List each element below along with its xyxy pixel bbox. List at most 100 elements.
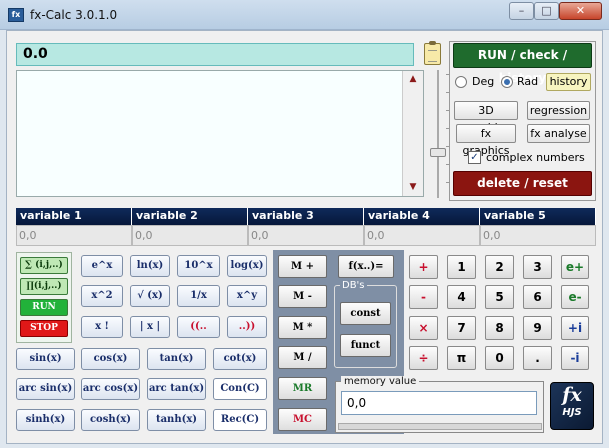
rad-radio[interactable]: [501, 76, 513, 88]
memory-value-field[interactable]: 0,0: [341, 391, 537, 415]
funct-button[interactable]: funct: [340, 334, 391, 357]
history-button[interactable]: history: [546, 73, 591, 91]
plus-i-button[interactable]: +i: [561, 316, 589, 340]
sinh-button[interactable]: sinh(x): [16, 409, 75, 431]
arctan-button[interactable]: arc tan(x): [147, 378, 206, 400]
cosh-button[interactable]: cosh(x): [81, 409, 140, 431]
result-display[interactable]: 0.0: [16, 43, 414, 66]
sqrt-button[interactable]: √ (x): [130, 285, 170, 307]
memory-clear-button[interactable]: MC: [278, 408, 327, 431]
digit-9-button[interactable]: 9: [523, 316, 552, 340]
memory-plus-button[interactable]: M +: [278, 255, 327, 278]
digit-4-button[interactable]: 4: [447, 285, 476, 309]
tan-button[interactable]: tan(x): [147, 348, 206, 370]
con-c-button[interactable]: Con(C): [213, 378, 267, 400]
plus-button[interactable]: +: [409, 255, 438, 279]
memory-recall-button[interactable]: MR: [278, 377, 327, 400]
digit-6-button[interactable]: 6: [523, 285, 552, 309]
minus-i-button[interactable]: -i: [561, 346, 589, 370]
variable-2-value[interactable]: 0,0: [132, 225, 248, 246]
minimize-button[interactable]: –: [509, 2, 534, 20]
sum-product-group: ∑ (i,j,..) ∏(i,j,..) RUN STOP: [16, 252, 72, 343]
complex-numbers-label: complex numbers: [486, 151, 585, 164]
run-button[interactable]: RUN: [20, 299, 68, 316]
close-paren-button[interactable]: ..)): [227, 316, 267, 338]
function-define-button[interactable]: f(x..)=: [338, 255, 394, 278]
power-button[interactable]: x^y: [227, 285, 267, 307]
sin-button[interactable]: sin(x): [16, 348, 75, 370]
cos-button[interactable]: cos(x): [81, 348, 140, 370]
memory-divide-button[interactable]: M /: [278, 346, 327, 369]
digit-8-button[interactable]: 8: [485, 316, 514, 340]
regression-button[interactable]: regression: [527, 101, 590, 120]
digit-0-button[interactable]: 0: [485, 346, 514, 370]
3d-graphics-button[interactable]: 3D graphics: [454, 101, 518, 134]
rec-c-button[interactable]: Rec(C): [213, 409, 267, 431]
digit-1-button[interactable]: 1: [447, 255, 476, 279]
deg-label: Deg: [472, 75, 495, 88]
clipboard-icon[interactable]: [424, 41, 441, 65]
decimal-button[interactable]: .: [523, 346, 552, 370]
logo-hjs-text: HJS: [562, 407, 582, 418]
logo-fx-text: fx: [562, 384, 582, 406]
fx-graphics-button[interactable]: fx graphics: [456, 124, 516, 157]
divide-button[interactable]: ÷: [409, 346, 438, 370]
product-button[interactable]: ∏(i,j,..): [20, 278, 68, 295]
complex-numbers-checkbox[interactable]: ✓: [468, 151, 481, 164]
scroll-up-icon[interactable]: ▲: [403, 71, 423, 88]
fx-analyse-button[interactable]: fx analyse: [527, 124, 590, 143]
square-button[interactable]: x^2: [81, 285, 123, 307]
window-title: fx-Calc 3.0.1.0: [30, 8, 118, 22]
arccos-button[interactable]: arc cos(x): [81, 378, 140, 400]
memory-value-scrollbar[interactable]: [338, 423, 542, 430]
deg-radio[interactable]: [455, 76, 467, 88]
digit-7-button[interactable]: 7: [447, 316, 476, 340]
scroll-down-icon[interactable]: ▼: [403, 179, 423, 196]
pi-button[interactable]: π: [447, 346, 476, 370]
precision-slider-thumb[interactable]: [430, 148, 446, 157]
variable-1-header: variable 1: [16, 208, 132, 225]
tanh-button[interactable]: tanh(x): [147, 409, 206, 431]
app-icon: fx: [8, 8, 24, 22]
variable-5-header: variable 5: [480, 208, 596, 225]
memory-value-label: memory value: [341, 376, 420, 387]
history-scrollbar[interactable]: ▲ ▼: [402, 71, 423, 196]
variable-3-value[interactable]: 0,0: [248, 225, 364, 246]
ten-power-button[interactable]: 10^x: [177, 255, 220, 277]
digit-3-button[interactable]: 3: [523, 255, 552, 279]
variable-3-header: variable 3: [248, 208, 364, 225]
variable-1-value[interactable]: 0,0: [16, 225, 132, 246]
variable-4-header: variable 4: [364, 208, 480, 225]
digit-5-button[interactable]: 5: [485, 285, 514, 309]
factorial-button[interactable]: x !: [81, 316, 123, 338]
databases-label: DB's: [340, 280, 367, 291]
run-check-history-button[interactable]: RUN / check / history: [453, 43, 592, 85]
variable-4-value[interactable]: 0,0: [364, 225, 480, 246]
arcsin-button[interactable]: arc sin(x): [16, 378, 75, 400]
memory-minus-button[interactable]: M -: [278, 285, 327, 308]
reciprocal-button[interactable]: 1/x: [177, 285, 220, 307]
ln-button[interactable]: ln(x): [130, 255, 170, 277]
stop-button[interactable]: STOP: [20, 320, 68, 337]
const-button[interactable]: const: [340, 302, 391, 325]
multiply-button[interactable]: ×: [409, 316, 438, 340]
open-paren-button[interactable]: ((..: [177, 316, 220, 338]
sum-button[interactable]: ∑ (i,j,..): [20, 257, 68, 274]
cot-button[interactable]: cot(x): [213, 348, 267, 370]
digit-2-button[interactable]: 2: [485, 255, 514, 279]
memory-times-button[interactable]: M *: [278, 316, 327, 339]
delete-reset-button[interactable]: delete / reset: [453, 171, 592, 196]
exp-plus-button[interactable]: e+: [561, 255, 589, 279]
variable-5-value[interactable]: 0,0: [480, 225, 596, 246]
variable-2-header: variable 2: [132, 208, 248, 225]
maximize-button[interactable]: □: [534, 2, 559, 20]
exp-button[interactable]: e^x: [81, 255, 123, 277]
history-textarea[interactable]: [16, 70, 424, 197]
abs-button[interactable]: | x |: [130, 316, 170, 338]
exp-minus-button[interactable]: e-: [561, 285, 589, 309]
minus-button[interactable]: -: [409, 285, 438, 309]
log-button[interactable]: log(x): [227, 255, 267, 277]
hjs-logo: fx HJS: [550, 382, 594, 430]
precision-slider-track[interactable]: [437, 70, 450, 198]
close-button[interactable]: ✕: [559, 2, 602, 20]
